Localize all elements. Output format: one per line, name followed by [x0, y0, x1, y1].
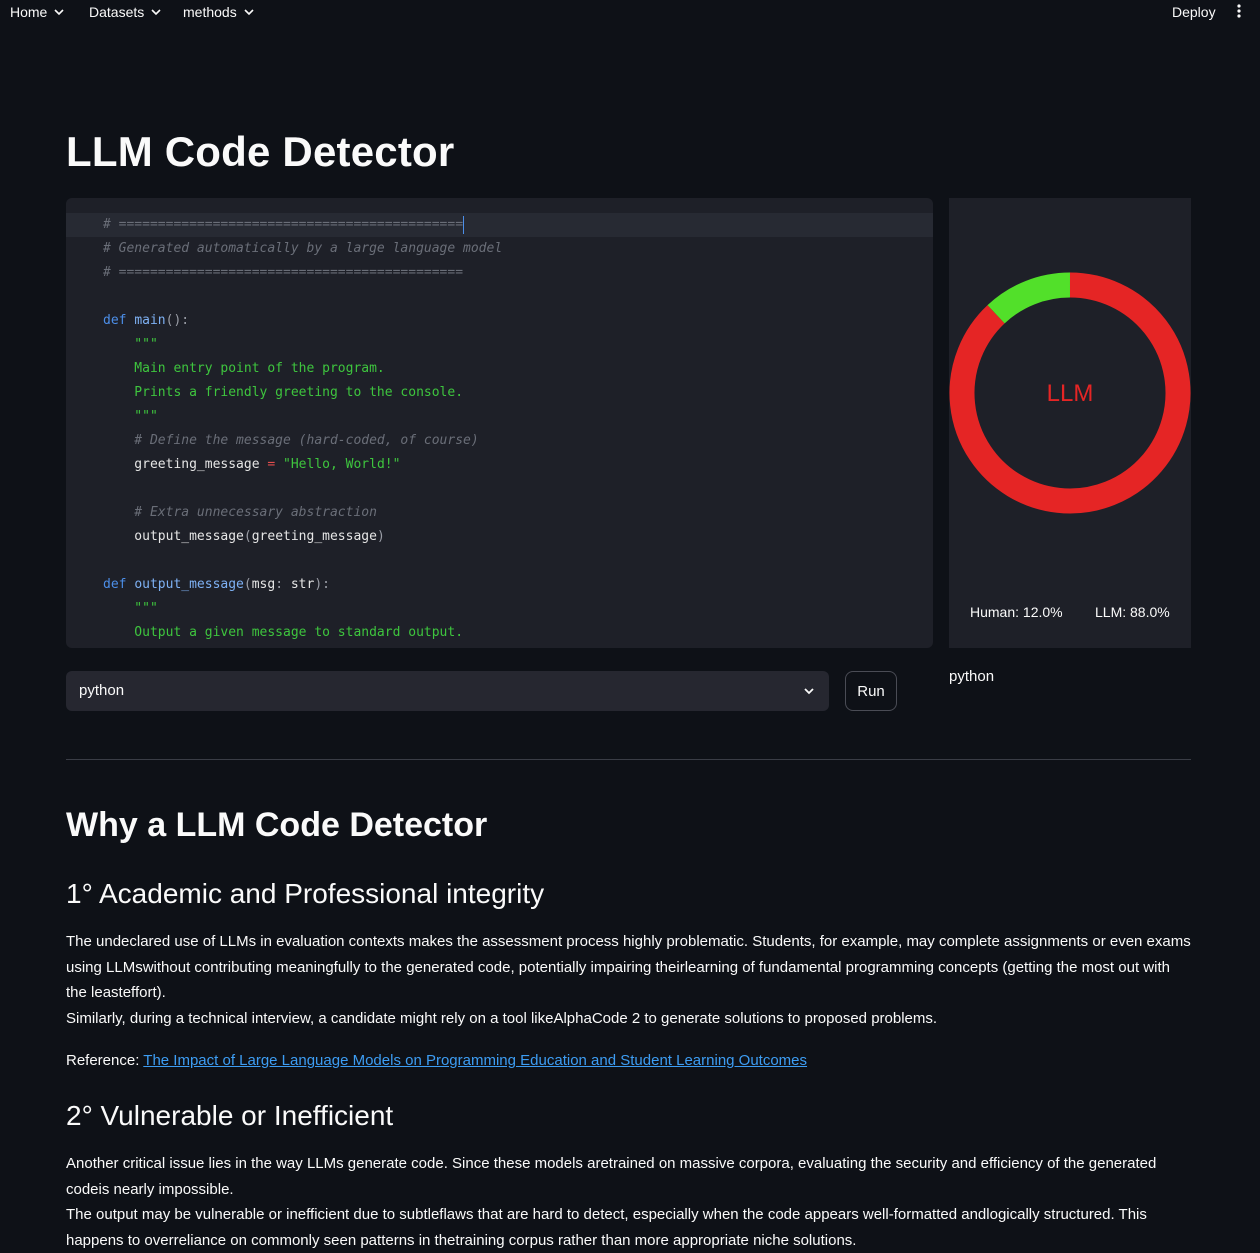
code-token: main — [134, 313, 166, 328]
deploy-button[interactable]: Deploy — [1172, 4, 1216, 20]
human-percentage: Human: 12.0% — [970, 604, 1063, 620]
code-line: Prints a friendly greeting to the consol… — [66, 381, 933, 405]
section1-title: 1° Academic and Professional integrity — [66, 878, 545, 909]
code-token: # Define the message (hard-coded, of cou… — [103, 433, 479, 448]
run-button[interactable]: Run — [845, 671, 897, 711]
code-line-text: def output_message(msg: str): — [103, 573, 330, 597]
top-nav: Home Datasets methods Deploy — [0, 0, 1260, 26]
code-token: # ======================================… — [103, 217, 464, 232]
code-token: output_message — [134, 577, 244, 592]
language-select[interactable]: python — [66, 671, 829, 711]
code-line: # Define the message (hard-coded, of cou… — [66, 429, 933, 453]
code-token: : — [275, 577, 291, 592]
prediction-donut-chart: LLM — [949, 272, 1191, 514]
code-line-text: Prints a friendly greeting to the consol… — [103, 381, 463, 405]
code-token: def — [103, 577, 135, 592]
nav-datasets[interactable]: Datasets — [89, 4, 162, 20]
text-cursor — [463, 215, 465, 234]
code-line: # ======================================… — [66, 213, 933, 237]
nav-home[interactable]: Home — [10, 4, 65, 20]
code-token: Output a given message to standard outpu… — [103, 625, 464, 640]
code-line: """ — [66, 405, 933, 429]
code-line-text: # Define the message (hard-coded, of cou… — [103, 429, 479, 453]
code-line: output_message(greeting_message) — [66, 525, 933, 549]
reference-link[interactable]: The Impact of Large Language Models on P… — [143, 1052, 807, 1069]
nav-home-label: Home — [10, 4, 48, 20]
code-line-text: """ — [103, 333, 158, 357]
result-panel: LLM Human: 12.0% LLM: 88.0% — [949, 198, 1191, 648]
code-token: """ — [103, 601, 158, 616]
code-line-text: # Extra unnecessary abstraction — [103, 501, 377, 525]
section2-paragraph-2: The output may be vulnerable or ineffici… — [66, 1206, 1147, 1249]
code-token: ) — [376, 529, 385, 544]
code-line-text: # ======================================… — [103, 213, 465, 237]
section2-title: 2° Vulnerable or Inefficient — [66, 1100, 394, 1131]
code-line-text: Main entry point of the program. — [103, 357, 385, 381]
code-line-text: Output a given message to standard outpu… — [103, 621, 463, 645]
llm-percentage: LLM: 88.0% — [1095, 604, 1170, 620]
code-token: ( — [243, 529, 252, 544]
chevron-down-icon — [151, 9, 161, 16]
code-token: greeting_message — [103, 457, 268, 472]
section2-paragraph-1: Another critical issue lies in the way L… — [66, 1155, 1157, 1198]
code-token: # Generated automatically by a large lan… — [103, 241, 503, 256]
code-token: output_message — [103, 529, 244, 544]
code-line: # Extra unnecessary abstraction — [66, 501, 933, 525]
code-line-text: greeting_message = "Hello, World!" — [103, 453, 400, 477]
code-token: def — [103, 313, 135, 328]
code-token: """ — [103, 409, 158, 424]
code-line: """ — [66, 597, 933, 621]
code-token: "Hello, World!" — [275, 457, 401, 472]
code-line: def output_message(msg: str): — [66, 573, 933, 597]
reference-label: Reference: — [66, 1052, 144, 1069]
nav-methods-label: methods — [183, 4, 237, 20]
code-token: (): — [165, 313, 190, 328]
chevron-down-icon — [244, 9, 254, 16]
code-line-text: def main(): — [103, 309, 189, 333]
code-token: """ — [103, 337, 158, 352]
code-line-text: """ — [103, 597, 158, 621]
verdict-label: LLM — [1047, 380, 1094, 407]
code-token: ): — [314, 577, 330, 592]
detected-language: python — [949, 668, 995, 685]
code-token: # Extra unnecessary abstraction — [103, 505, 377, 520]
code-token: Main entry point of the program. — [103, 361, 385, 376]
human-slice — [987, 272, 1071, 324]
code-token: ( — [243, 577, 252, 592]
section1-paragraph-2: Similarly, during a technical interview,… — [66, 1010, 938, 1027]
code-editor[interactable]: # ======================================… — [66, 198, 933, 648]
code-token: Prints a friendly greeting to the consol… — [103, 385, 464, 400]
code-line-text: # ======================================… — [103, 261, 463, 285]
nav-methods[interactable]: methods — [183, 4, 255, 20]
chevron-down-icon — [54, 9, 64, 16]
page-title: LLM Code Detector — [66, 128, 455, 175]
chevron-down-icon — [804, 688, 814, 695]
code-line: Output a given message to standard outpu… — [66, 621, 933, 645]
code-line: # Generated automatically by a large lan… — [66, 237, 933, 261]
code-line: """ — [66, 333, 933, 357]
code-token: greeting_message — [251, 529, 377, 544]
nav-datasets-label: Datasets — [89, 4, 145, 20]
code-line: greeting_message = "Hello, World!" — [66, 453, 933, 477]
code-line: def main(): — [66, 309, 933, 333]
code-line: # ======================================… — [66, 261, 933, 285]
section1-paragraph-1: The undeclared use of LLMs in evaluation… — [66, 933, 1191, 1001]
code-token: # ======================================… — [103, 265, 464, 280]
reference: Reference: The Impact of Large Language … — [66, 1048, 807, 1073]
code-line-text: """ — [103, 405, 158, 429]
code-token: msg — [251, 577, 276, 592]
section-heading: Why a LLM Code Detector — [66, 806, 488, 844]
code-token: str — [290, 577, 315, 592]
code-line: Main entry point of the program. — [66, 357, 933, 381]
language-select-value: python — [79, 682, 125, 699]
code-line-text: # Generated automatically by a large lan… — [103, 237, 502, 261]
divider — [66, 759, 1191, 760]
code-line-text: output_message(greeting_message) — [103, 525, 385, 549]
kebab-menu-icon[interactable] — [1234, 3, 1244, 19]
